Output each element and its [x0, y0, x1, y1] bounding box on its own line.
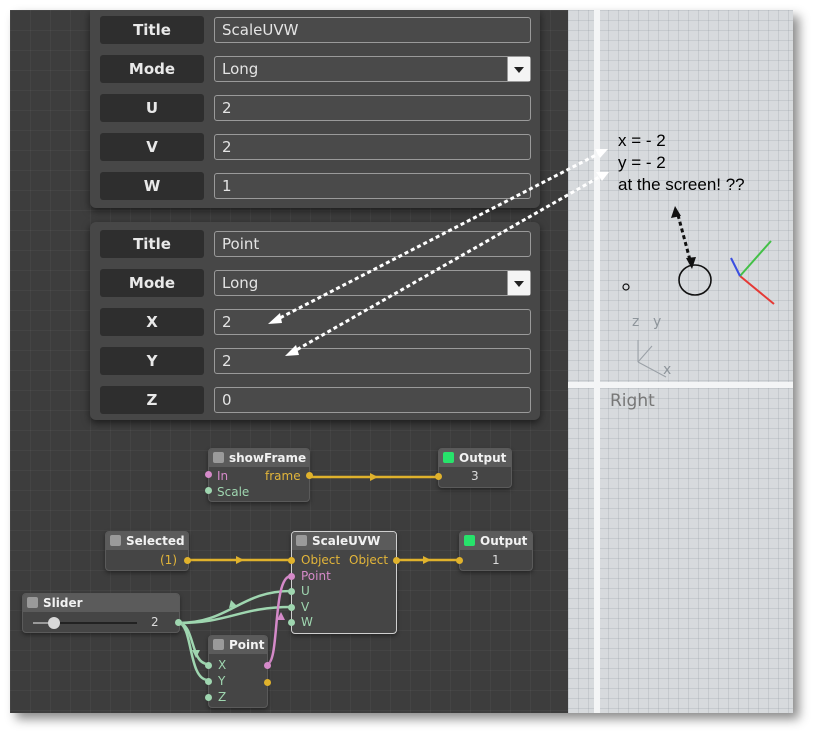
- input-port-point[interactable]: [288, 573, 295, 580]
- port-label-frame: frame: [265, 469, 301, 483]
- port-label-object-in: Object: [301, 553, 341, 567]
- slider-value: 2: [151, 615, 159, 629]
- input-port-u[interactable]: [288, 588, 295, 595]
- point-node[interactable]: Point X Y Z: [205, 635, 271, 708]
- axis-label-y: y: [653, 314, 662, 330]
- node-title: showFrame: [229, 451, 307, 465]
- y-axis-green: [739, 240, 772, 277]
- node-title: Point: [229, 638, 265, 652]
- annotation-line-y: y = - 2: [618, 153, 666, 172]
- node-toggle-checkbox[interactable]: [27, 597, 38, 608]
- node-toggle-checkbox[interactable]: [110, 535, 121, 546]
- node-toggle-checkbox[interactable]: [213, 639, 224, 650]
- node-header[interactable]: ScaleUVW: [292, 532, 396, 550]
- output-port-value[interactable]: [264, 679, 271, 686]
- node-title: Slider: [43, 596, 83, 610]
- annotation-line-screen: at the screen! ??: [618, 175, 745, 194]
- selected-node[interactable]: Selected (1): [105, 531, 191, 571]
- node-header[interactable]: Output: [460, 532, 532, 550]
- origin-marker: [622, 283, 630, 291]
- input-port-w[interactable]: [288, 619, 295, 626]
- input-port-x[interactable]: [205, 662, 212, 669]
- output-port[interactable]: [175, 619, 182, 626]
- port-label-y: Y: [218, 674, 226, 688]
- port-label-scale: Scale: [217, 485, 250, 499]
- output-value: 1: [492, 553, 500, 567]
- viewport-scene: [622, 240, 775, 378]
- node-header[interactable]: Selected: [106, 532, 188, 550]
- wire-arrow: [370, 473, 378, 481]
- node-header[interactable]: Point: [209, 636, 267, 654]
- node-editor-canvas[interactable]: Title ScaleUVW Mode Long U 2 V 2 W 1 Tit…: [10, 10, 568, 713]
- input-port-scale[interactable]: [205, 487, 212, 494]
- wire-arrow: [423, 556, 431, 564]
- viewport-right-grid: [568, 388, 793, 713]
- input-port[interactable]: [456, 557, 463, 564]
- axis-label-x: x: [663, 362, 672, 378]
- port-label-x: X: [218, 658, 227, 672]
- status-indicator: [464, 535, 475, 546]
- wire-arrow: [236, 556, 244, 564]
- viewport-label: Right: [610, 391, 655, 411]
- input-port[interactable]: [435, 473, 442, 480]
- port-label-v: V: [301, 600, 310, 614]
- z-axis-blue: [730, 257, 741, 277]
- input-port-object[interactable]: [288, 557, 295, 564]
- 3d-viewport[interactable]: Right z y x x = - 2 y = - 2 at the scree…: [568, 10, 793, 713]
- node-toggle-checkbox[interactable]: [213, 452, 224, 463]
- slider-thumb[interactable]: [47, 617, 60, 629]
- node-title: Output: [480, 534, 528, 548]
- viewport-splitter-horizontal[interactable]: [568, 382, 793, 388]
- grid-axis-y: [637, 345, 653, 363]
- application-screenshot: Title ScaleUVW Mode Long U 2 V 2 W 1 Tit…: [10, 10, 793, 713]
- port-label-point: Point: [301, 569, 331, 583]
- slider-track[interactable]: [33, 617, 137, 629]
- node-title: Selected: [126, 534, 185, 548]
- node-header[interactable]: showFrame: [209, 449, 309, 467]
- slider-node[interactable]: Slider 2: [22, 593, 182, 633]
- scaleuvw-node[interactable]: ScaleUVW Object Object Point U V W: [288, 531, 400, 634]
- input-port-v[interactable]: [288, 604, 295, 611]
- port-label-object-out: Object: [349, 553, 389, 567]
- object-circle[interactable]: [678, 264, 712, 296]
- showframe-node[interactable]: showFrame In Scale frame: [205, 448, 313, 502]
- output-port-object[interactable]: [393, 557, 400, 564]
- node-toggle-checkbox[interactable]: [296, 535, 307, 546]
- selected-count: (1): [160, 553, 177, 567]
- node-title: Output: [459, 451, 507, 465]
- port-label-z: Z: [218, 690, 227, 704]
- input-port-z[interactable]: [205, 694, 212, 701]
- annotation-line-x: x = - 2: [618, 131, 666, 150]
- output-node[interactable]: Output 1: [456, 531, 533, 571]
- node-title: ScaleUVW: [312, 534, 381, 548]
- output-value: 3: [471, 469, 479, 483]
- node-header[interactable]: Output: [439, 449, 511, 467]
- output-port-point[interactable]: [264, 662, 271, 669]
- axis-label-z: z: [632, 314, 640, 330]
- output-port-frame[interactable]: [306, 472, 313, 479]
- output-node[interactable]: Output 3: [435, 448, 512, 488]
- port-label-u: U: [301, 584, 310, 598]
- input-port-y[interactable]: [205, 678, 212, 685]
- grid-axis-x: [637, 361, 667, 378]
- port-label-in: In: [217, 469, 229, 483]
- status-indicator: [443, 452, 454, 463]
- annotation-text: x = - 2 y = - 2 at the screen! ??: [618, 130, 745, 196]
- output-port[interactable]: [184, 557, 191, 564]
- x-axis-red: [739, 275, 775, 305]
- port-label-w: W: [301, 615, 313, 629]
- node-header[interactable]: Slider: [23, 594, 179, 612]
- input-port-in[interactable]: [205, 471, 212, 478]
